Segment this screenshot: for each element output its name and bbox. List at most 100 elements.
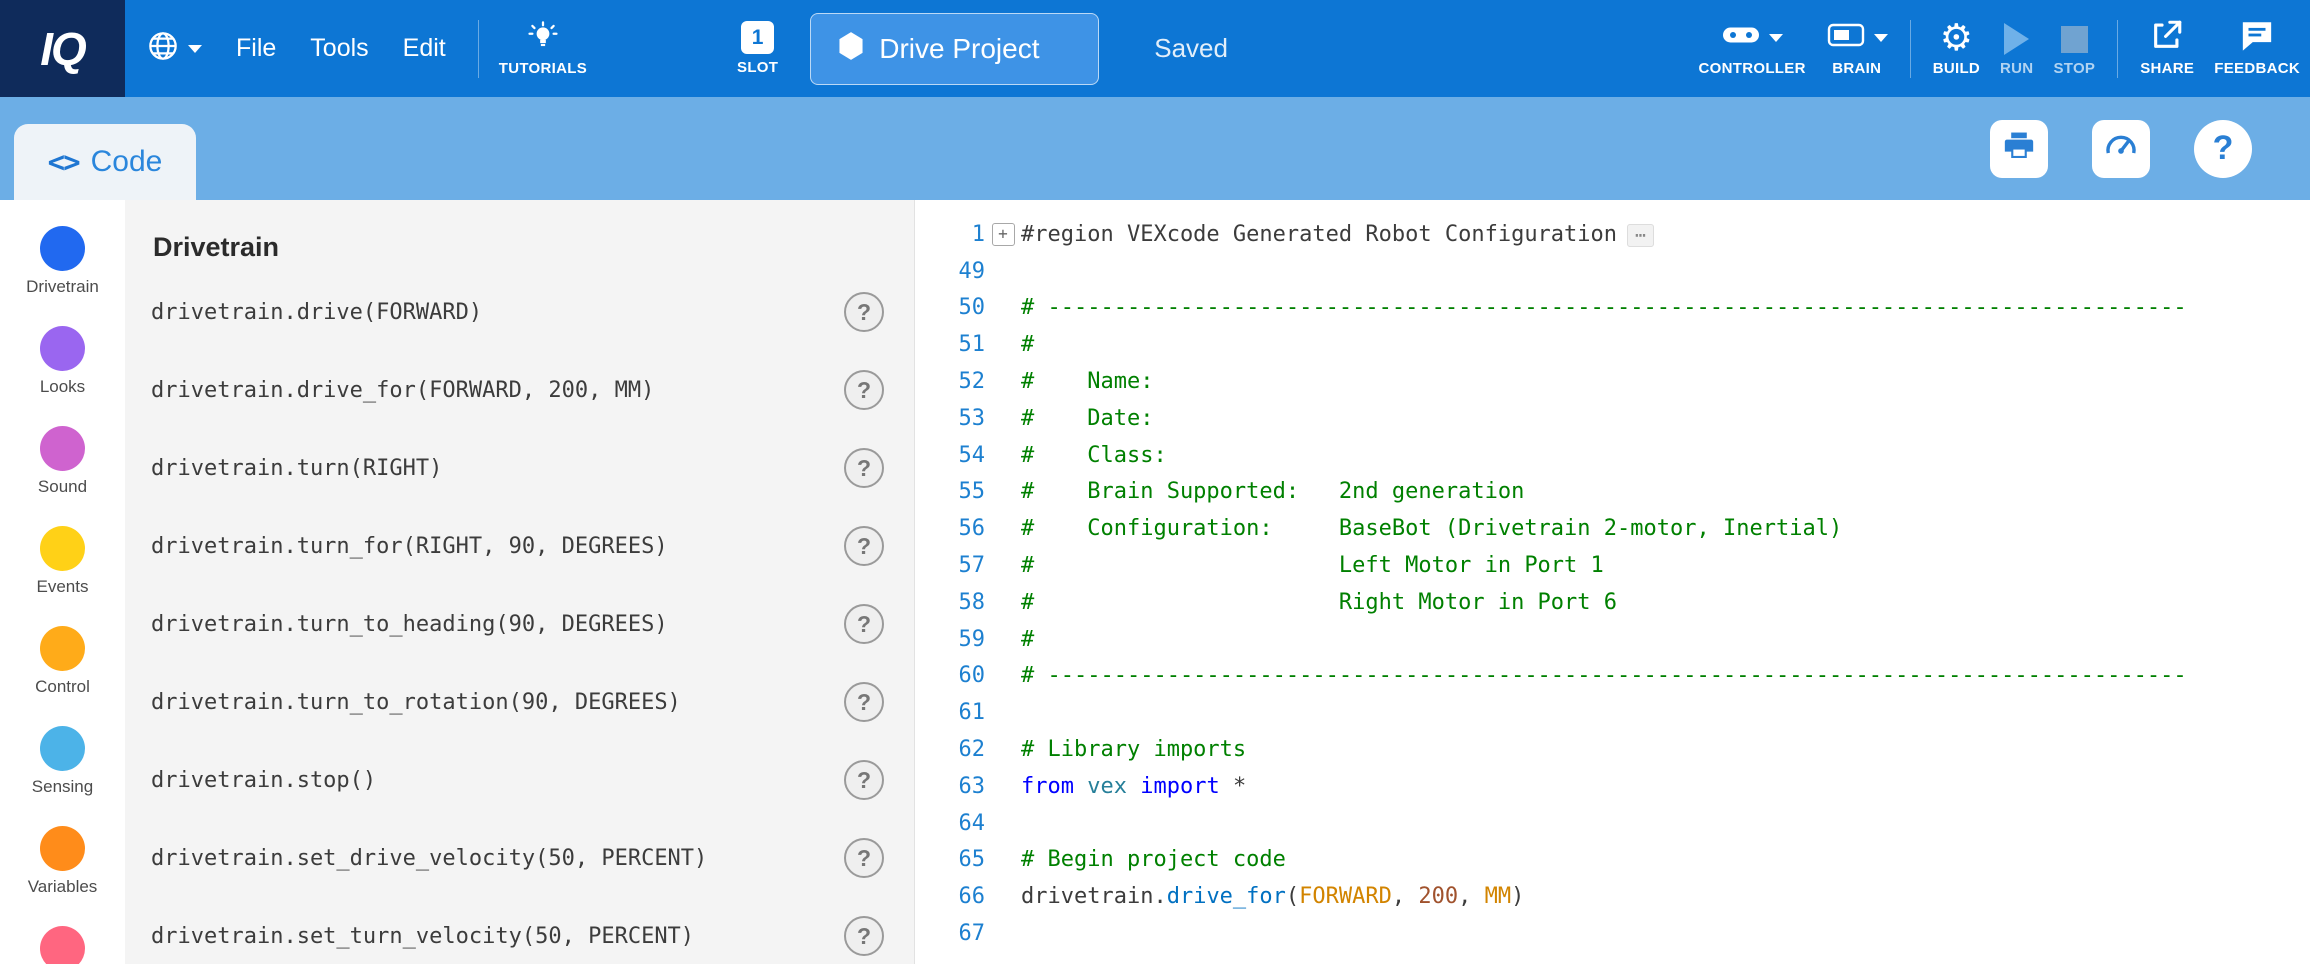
panel-title: Drivetrain xyxy=(153,232,890,263)
vexcode-iq-logo: IQ xyxy=(0,0,125,97)
controller-button[interactable]: CONTROLLER xyxy=(1699,21,1806,77)
tutorials-button[interactable]: TUTORIALS xyxy=(499,21,587,77)
hexagon-icon xyxy=(837,31,865,66)
command-help-button[interactable]: ? xyxy=(844,682,884,722)
sidebar-category-sound[interactable]: Sound xyxy=(0,426,125,497)
project-name-button[interactable]: Drive Project xyxy=(810,13,1099,85)
category-label: Control xyxy=(35,677,90,697)
command-help-button[interactable]: ? xyxy=(844,448,884,488)
menu-edit[interactable]: Edit xyxy=(403,34,446,63)
category-circle[interactable] xyxy=(40,326,85,371)
command-help-button[interactable]: ? xyxy=(844,760,884,800)
category-label: Variables xyxy=(28,877,98,897)
line-number: 65 xyxy=(923,847,985,872)
tab-code[interactable]: <> Code xyxy=(14,124,196,200)
code-line-62[interactable]: 62# Library imports xyxy=(923,731,2310,768)
code-line-54[interactable]: 54# Class: xyxy=(923,437,2310,474)
sidebar-category-events[interactable]: Events xyxy=(0,526,125,597)
code-line-61[interactable]: 61 xyxy=(923,694,2310,731)
controller-icon xyxy=(1721,22,1761,53)
code-line-59[interactable]: 59# xyxy=(923,621,2310,658)
sidebar-category-variables[interactable]: Variables xyxy=(0,826,125,897)
command-help-button[interactable]: ? xyxy=(844,292,884,332)
command-help-button[interactable]: ? xyxy=(844,838,884,878)
command-text[interactable]: drivetrain.turn_to_rotation(90, DEGREES) xyxy=(151,690,681,715)
feedback-button[interactable]: FEEDBACK xyxy=(2214,21,2300,77)
code-line-67[interactable]: 67 xyxy=(923,915,2310,952)
sidebar-category-drivetrain[interactable]: Drivetrain xyxy=(0,226,125,297)
run-button[interactable]: RUN xyxy=(2000,21,2033,77)
code-line-55[interactable]: 55# Brain Supported: 2nd generation xyxy=(923,474,2310,511)
gauge-icon xyxy=(2104,129,2138,168)
command-row: drivetrain.drive_for(FORWARD, 200, MM)? xyxy=(151,351,890,429)
slot-button[interactable]: 1 SLOT xyxy=(737,21,778,76)
category-circle[interactable] xyxy=(40,226,85,271)
command-text[interactable]: drivetrain.turn_to_heading(90, DEGREES) xyxy=(151,612,668,637)
code-line-49[interactable]: 49 xyxy=(923,253,2310,290)
code-line-64[interactable]: 64 xyxy=(923,805,2310,842)
line-number: 62 xyxy=(923,737,985,762)
command-text[interactable]: drivetrain.drive(FORWARD) xyxy=(151,300,482,325)
code-line-66[interactable]: 66drivetrain.drive_for(FORWARD, 200, MM) xyxy=(923,878,2310,915)
help-button[interactable]: ? xyxy=(2194,120,2252,178)
slot-label: SLOT xyxy=(737,59,778,76)
command-text[interactable]: drivetrain.stop() xyxy=(151,768,376,793)
brain-button[interactable]: BRAIN xyxy=(1826,21,1888,77)
command-text[interactable]: drivetrain.set_turn_velocity(50, PERCENT… xyxy=(151,924,694,949)
menu-tools[interactable]: Tools xyxy=(310,34,368,63)
sidebar-category-more[interactable] xyxy=(0,926,125,964)
device-dashboard-button[interactable] xyxy=(2092,120,2150,178)
command-text[interactable]: drivetrain.set_drive_velocity(50, PERCEN… xyxy=(151,846,707,871)
build-button[interactable]: ⚙ BUILD xyxy=(1933,21,1980,77)
code-line-58[interactable]: 58# Right Motor in Port 6 xyxy=(923,584,2310,621)
fold-expand-icon[interactable]: + xyxy=(992,223,1015,246)
code-text: # Date: xyxy=(1021,406,1153,431)
code-line-51[interactable]: 51# xyxy=(923,326,2310,363)
code-line-52[interactable]: 52# Name: xyxy=(923,363,2310,400)
command-help-button[interactable]: ? xyxy=(844,604,884,644)
command-help-button[interactable]: ? xyxy=(844,916,884,956)
sidebar-category-control[interactable]: Control xyxy=(0,626,125,697)
code-line-65[interactable]: 65# Begin project code xyxy=(923,842,2310,879)
code-text: drivetrain.drive_for(FORWARD, 200, MM) xyxy=(1021,884,1524,909)
folded-region-ellipsis[interactable]: ⋯ xyxy=(1627,224,1654,247)
category-circle[interactable] xyxy=(40,726,85,771)
command-row: drivetrain.drive(FORWARD)? xyxy=(151,273,890,351)
print-button[interactable] xyxy=(1990,120,2048,178)
category-circle[interactable] xyxy=(40,626,85,671)
code-line-1[interactable]: 1+#region VEXcode Generated Robot Config… xyxy=(923,216,2310,253)
code-line-56[interactable]: 56# Configuration: BaseBot (Drivetrain 2… xyxy=(923,510,2310,547)
code-token: # Name: xyxy=(1021,369,1153,394)
command-help-button[interactable]: ? xyxy=(844,370,884,410)
category-label: Sensing xyxy=(32,777,93,797)
share-button[interactable]: SHARE xyxy=(2140,21,2194,77)
editor-toolbar: ? xyxy=(1990,120,2252,178)
code-line-50[interactable]: 50# ------------------------------------… xyxy=(923,290,2310,327)
command-text[interactable]: drivetrain.turn_for(RIGHT, 90, DEGREES) xyxy=(151,534,668,559)
run-label: RUN xyxy=(2000,60,2033,77)
code-token: # Configuration: BaseBot (Drivetrain 2-m… xyxy=(1021,516,1842,541)
language-menu-button[interactable] xyxy=(147,30,202,67)
command-text[interactable]: drivetrain.turn(RIGHT) xyxy=(151,456,442,481)
sidebar-category-looks[interactable]: Looks xyxy=(0,326,125,397)
save-status: Saved xyxy=(1154,33,1228,64)
category-circle[interactable] xyxy=(40,926,85,964)
command-text[interactable]: drivetrain.drive_for(FORWARD, 200, MM) xyxy=(151,378,654,403)
menu-file[interactable]: File xyxy=(236,34,276,63)
code-line-63[interactable]: 63from vex import * xyxy=(923,768,2310,805)
line-number: 1 xyxy=(923,222,985,247)
sidebar-category-sensing[interactable]: Sensing xyxy=(0,726,125,797)
line-number: 54 xyxy=(923,443,985,468)
code-token: vex xyxy=(1087,774,1127,799)
code-line-57[interactable]: 57# Left Motor in Port 1 xyxy=(923,547,2310,584)
category-circle[interactable] xyxy=(40,526,85,571)
code-token xyxy=(1127,774,1140,799)
fold-gutter[interactable]: + xyxy=(985,223,1021,246)
command-help-button[interactable]: ? xyxy=(844,526,884,566)
stop-button[interactable]: STOP xyxy=(2053,21,2095,77)
category-circle[interactable] xyxy=(40,826,85,871)
code-editor[interactable]: 1+#region VEXcode Generated Robot Config… xyxy=(915,200,2310,964)
category-circle[interactable] xyxy=(40,426,85,471)
code-line-53[interactable]: 53# Date: xyxy=(923,400,2310,437)
code-line-60[interactable]: 60# ------------------------------------… xyxy=(923,658,2310,695)
